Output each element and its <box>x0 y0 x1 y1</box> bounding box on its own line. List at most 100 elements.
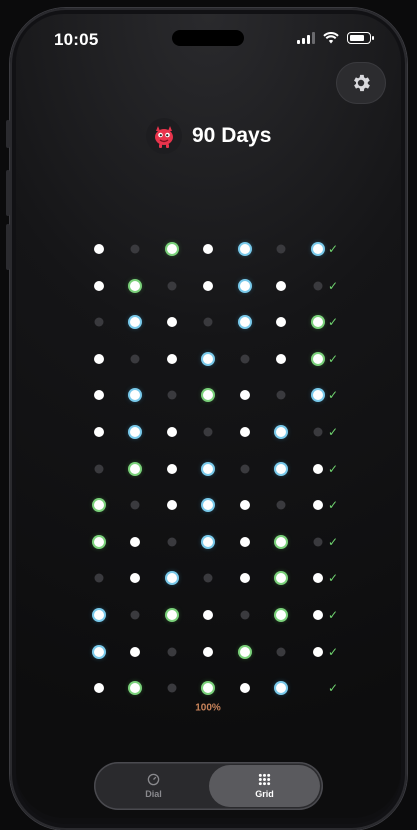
day-dot <box>276 610 286 620</box>
day-dot <box>240 390 250 401</box>
row-check-icon: ✓ <box>327 425 339 439</box>
day-dot <box>203 317 213 327</box>
day-dot <box>203 353 213 364</box>
day-dot <box>203 646 213 657</box>
day-dot <box>94 464 104 474</box>
day-dot <box>167 647 177 657</box>
day-dot <box>240 646 250 657</box>
day-dot <box>276 353 286 364</box>
day-dot <box>313 427 323 437</box>
day-dot <box>94 500 104 511</box>
day-dot <box>167 427 177 437</box>
day-dot <box>167 317 177 328</box>
row-check-icon: ✓ <box>327 571 339 586</box>
day-dot <box>130 317 140 328</box>
day-dot <box>167 244 177 254</box>
day-dot <box>94 573 104 583</box>
day-dot <box>240 427 250 437</box>
day-dot <box>130 536 140 547</box>
day-dot <box>276 280 286 291</box>
day-dot <box>130 390 140 401</box>
day-dot <box>94 683 104 694</box>
day-dot <box>203 536 213 547</box>
row-check-icon: ✓ <box>327 498 339 513</box>
day-dot <box>167 537 177 547</box>
day-dot <box>240 317 250 328</box>
row-check-icon: ✓ <box>327 278 339 293</box>
row-check-icon: ✓ <box>327 388 339 403</box>
day-dot <box>203 427 213 437</box>
day-dot <box>313 317 323 328</box>
day-dot <box>276 573 286 584</box>
day-dot <box>94 536 104 547</box>
day-dot <box>203 573 213 583</box>
day-dot <box>276 536 286 547</box>
day-dot <box>240 244 250 254</box>
day-dot <box>167 500 177 511</box>
day-dot <box>167 353 177 364</box>
day-dot <box>167 683 177 693</box>
day-dot <box>94 244 104 254</box>
day-dot <box>130 280 140 291</box>
tab-bar: Dial Grid <box>94 762 323 810</box>
day-dot <box>94 390 104 401</box>
day-dot <box>313 353 323 364</box>
day-dot <box>130 573 140 584</box>
row-check-icon: ✓ <box>327 681 339 696</box>
day-dot <box>276 427 286 437</box>
tab-dial-label: Dial <box>145 789 162 799</box>
day-dot <box>94 353 104 364</box>
day-dot <box>240 610 250 620</box>
day-dot <box>203 280 213 291</box>
day-dot <box>130 244 140 254</box>
day-dot <box>203 683 213 694</box>
day-dot <box>94 280 104 291</box>
day-dot <box>130 683 140 694</box>
day-dot <box>313 537 323 547</box>
row-check-icon: ✓ <box>327 461 339 476</box>
day-dot <box>313 281 323 291</box>
day-dot <box>167 573 177 584</box>
day-dot <box>94 610 104 620</box>
row-check-icon: ✓ <box>327 315 339 330</box>
day-dot <box>276 683 286 694</box>
day-dot <box>203 500 213 511</box>
day-dot <box>167 463 177 474</box>
day-dot <box>276 244 286 254</box>
day-dot <box>240 464 250 474</box>
day-dot <box>276 317 286 328</box>
day-dot <box>240 280 250 291</box>
day-dot <box>240 573 250 584</box>
day-dot <box>276 647 286 657</box>
day-dot <box>167 281 177 291</box>
progress-label: 100% <box>195 702 221 714</box>
day-dot <box>240 354 250 364</box>
day-dot <box>313 646 323 657</box>
day-dot <box>240 536 250 547</box>
day-dot <box>313 390 323 401</box>
day-dot <box>130 354 140 364</box>
day-dot <box>313 573 323 584</box>
row-check-icon: ✓ <box>327 534 339 549</box>
day-dot <box>240 683 250 694</box>
day-dot <box>203 610 213 620</box>
day-dot <box>94 646 104 657</box>
day-dot <box>276 500 286 510</box>
grid-icon <box>258 773 271 786</box>
day-dot <box>313 500 323 511</box>
day-dot <box>130 610 140 620</box>
dial-icon <box>147 773 160 786</box>
tab-dial[interactable]: Dial <box>98 765 209 807</box>
day-dot <box>203 390 213 401</box>
day-dot <box>203 463 213 474</box>
day-dot <box>130 646 140 657</box>
day-dot <box>130 463 140 474</box>
day-dot <box>167 390 177 400</box>
tab-grid[interactable]: Grid <box>209 765 320 807</box>
day-dot <box>167 610 177 620</box>
tab-grid-label: Grid <box>255 789 274 799</box>
day-dot <box>203 244 213 254</box>
day-dot <box>94 317 104 327</box>
day-dot <box>313 244 323 254</box>
day-dot <box>313 463 323 474</box>
